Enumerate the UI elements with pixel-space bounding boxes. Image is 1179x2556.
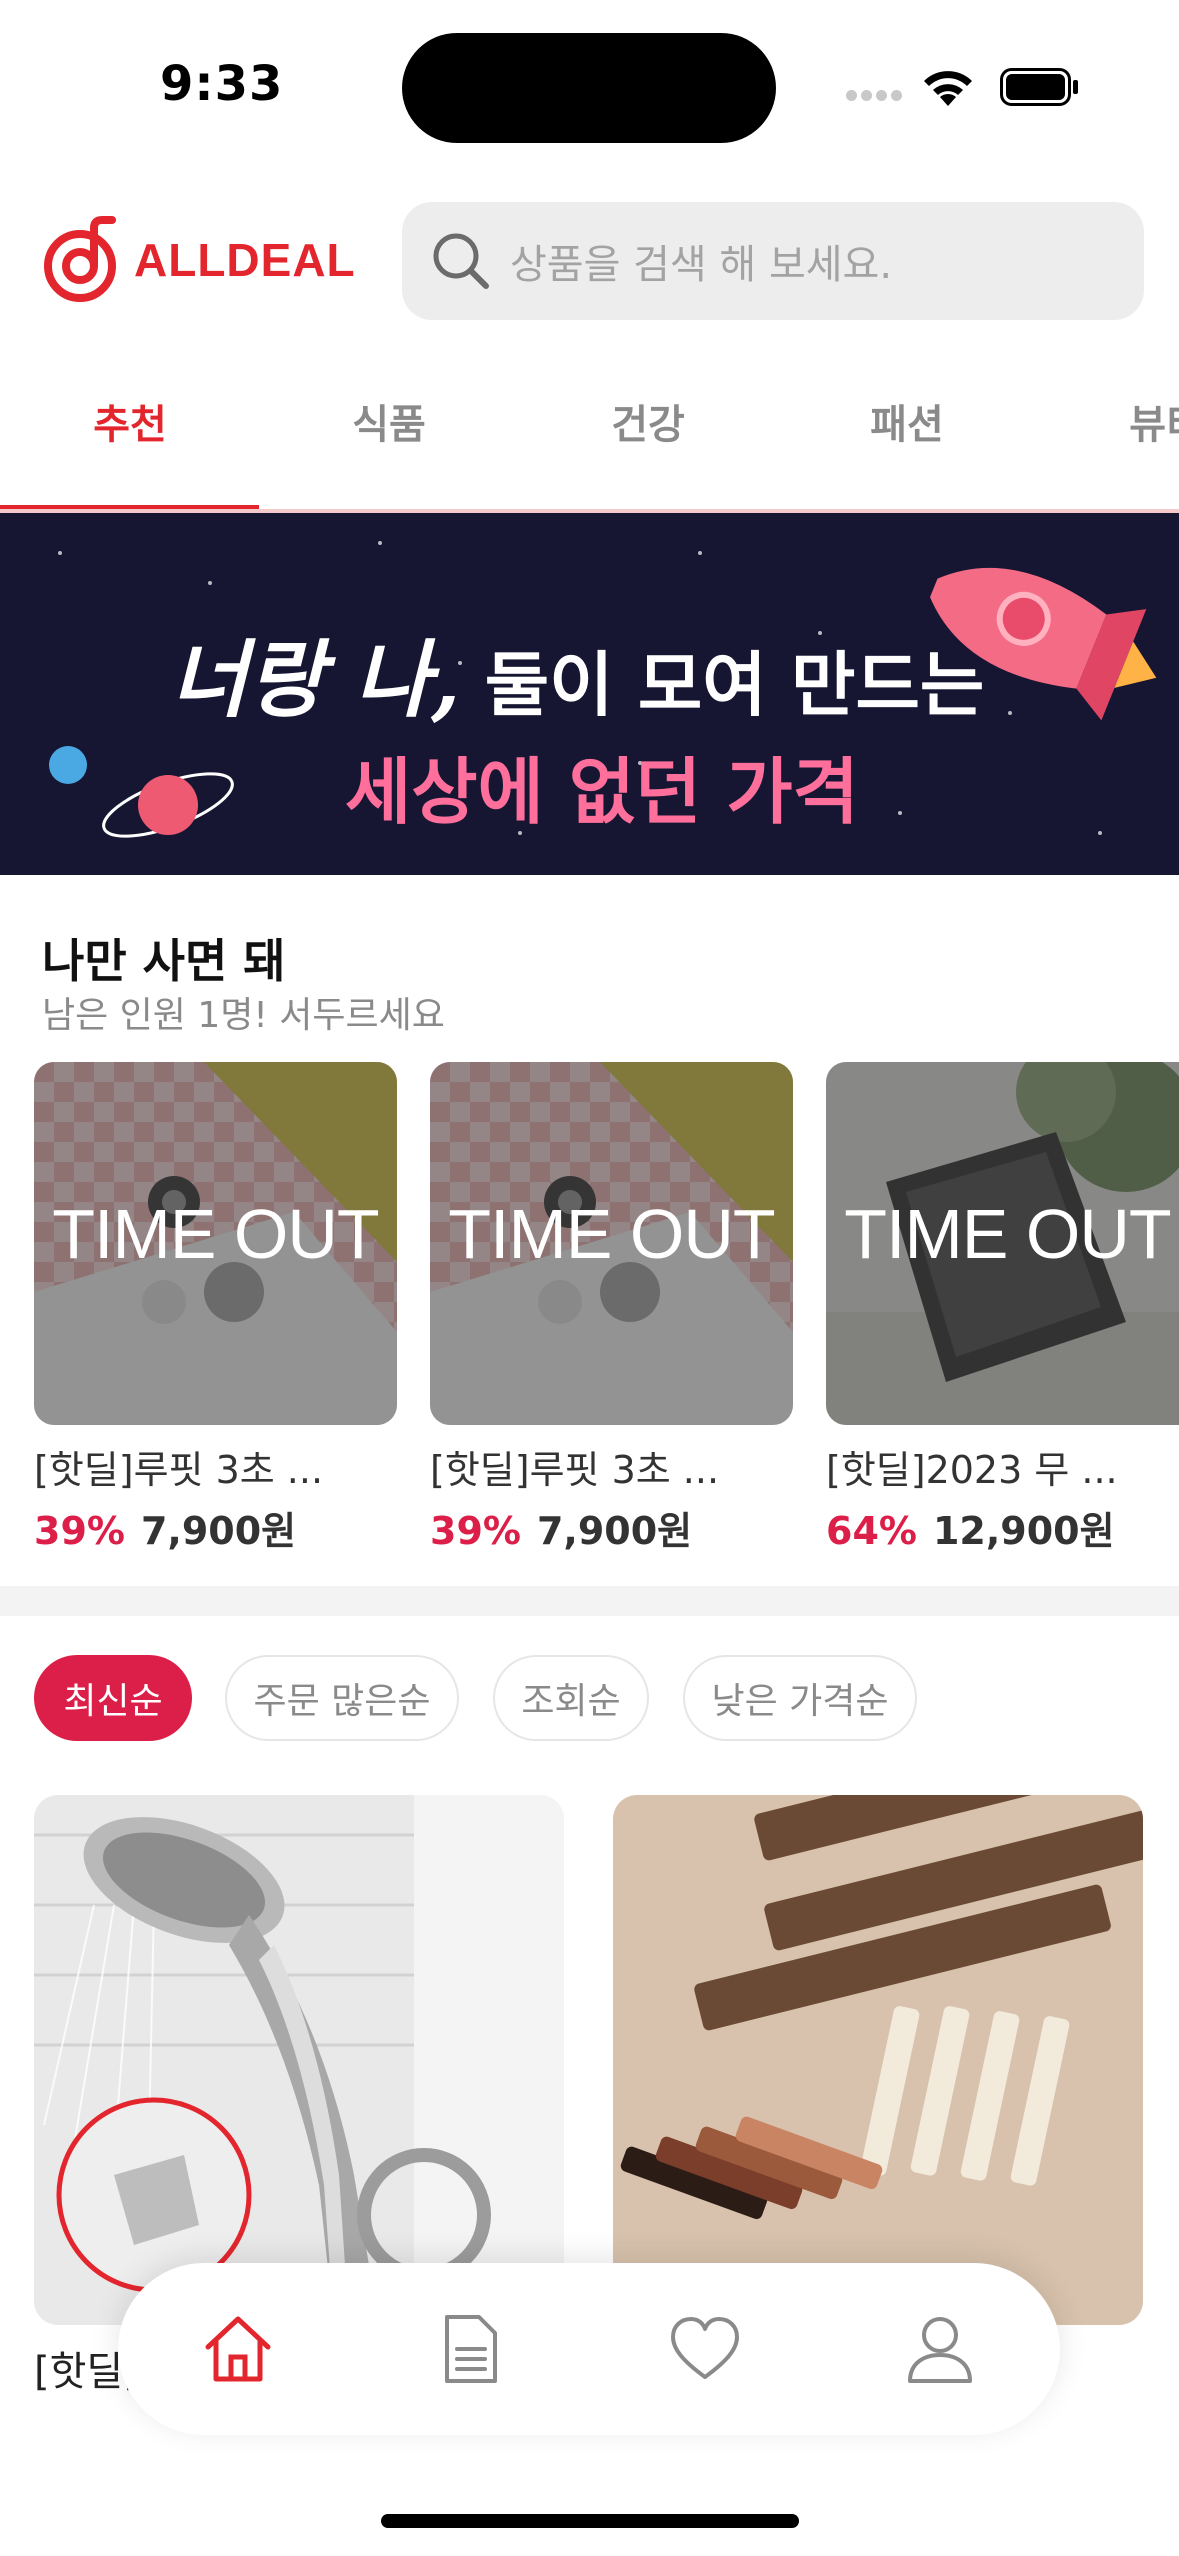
banner-headline-rest: 둘이 모여 만드는 — [484, 644, 985, 726]
section-title: 나만 사면 돼 — [42, 934, 286, 988]
status-bar: 9:33 — [0, 0, 1179, 170]
section-subtitle: 남은 인원 1명! 서두르세요 — [42, 995, 445, 1036]
tab-beauty[interactable]: 뷰티 — [1036, 392, 1179, 450]
deal-card[interactable]: TIME OUT [핫딜]루핏 3초 ... 39% 7,900원 — [430, 1062, 793, 1555]
document-icon — [445, 2315, 497, 2383]
deal-card[interactable]: TIME OUT [핫딜]2023 무 ... 64% 12,900원 — [826, 1062, 1179, 1555]
nav-orders[interactable] — [423, 2301, 519, 2397]
category-tabs: 추천 식품 건강 패션 뷰티 — [0, 350, 1179, 513]
search-placeholder: 상품을 검색 해 보세요. — [510, 242, 893, 288]
discount-rate: 64% — [826, 1509, 917, 1553]
deal-name: [핫딜]루핏 3초 ... — [34, 1448, 324, 1492]
deal-image: TIME OUT — [430, 1062, 793, 1425]
timeout-label: TIME OUT — [844, 1195, 1171, 1273]
timeout-label: TIME OUT — [448, 1195, 775, 1273]
search-bar[interactable]: 상품을 검색 해 보세요. — [402, 202, 1144, 320]
price: 12,900원 — [932, 1509, 1115, 1553]
deal-image: TIME OUT — [34, 1062, 397, 1425]
sort-chip-views[interactable]: 조회순 — [493, 1655, 649, 1741]
promo-banner[interactable]: 너랑 나, 둘이 모여 만드는 세상에 없던 가격 — [0, 513, 1179, 875]
deal-price-row: 39% 7,900원 — [34, 1500, 397, 1555]
header: ALLDEAL 상품을 검색 해 보세요. — [0, 190, 1179, 330]
home-icon — [205, 2316, 271, 2382]
tab-fashion[interactable]: 패션 — [777, 392, 1037, 450]
sort-chip-lowest-price[interactable]: 낮은 가격순 — [683, 1655, 917, 1741]
signal-icon — [846, 86, 906, 102]
product-image — [613, 1795, 1143, 2325]
discount-rate: 39% — [34, 1509, 125, 1553]
dynamic-island — [402, 33, 776, 143]
deal-name: [핫딜]루핏 3초 ... — [430, 1448, 720, 1492]
tab-food[interactable]: 식품 — [259, 392, 519, 450]
discount-rate: 39% — [430, 1509, 521, 1553]
heart-icon — [671, 2317, 739, 2379]
alldeal-logo[interactable]: ALLDEAL — [40, 210, 380, 310]
price: 7,900원 — [536, 1509, 693, 1553]
logo-mark-icon — [44, 216, 116, 302]
user-icon — [908, 2317, 972, 2383]
tab-recommend[interactable]: 추천 — [0, 392, 260, 450]
active-tab-indicator — [0, 505, 259, 509]
status-time: 9:33 — [160, 56, 284, 112]
sort-chip-newest[interactable]: 최신순 — [34, 1655, 192, 1741]
nav-wishlist[interactable] — [657, 2301, 753, 2397]
deal-price-row: 64% 12,900원 — [826, 1500, 1179, 1555]
deal-image: TIME OUT — [826, 1062, 1179, 1425]
battery-icon — [1000, 68, 1078, 106]
search-icon — [433, 233, 489, 289]
deal-card[interactable]: TIME OUT [핫딜]루핏 3초 ... 39% 7,900원 — [34, 1062, 397, 1555]
deal-price-row: 39% 7,900원 — [430, 1500, 793, 1555]
banner-headline-hand: 너랑 나, — [170, 630, 461, 729]
banner-headline: 너랑 나, 둘이 모여 만드는 — [170, 613, 984, 734]
home-indicator — [381, 2514, 799, 2528]
section-divider — [0, 1586, 1179, 1616]
nav-my-page[interactable] — [892, 2301, 988, 2397]
price: 7,900원 — [140, 1509, 297, 1553]
tab-health[interactable]: 건강 — [518, 392, 778, 450]
sort-chip-most-ordered[interactable]: 주문 많은순 — [225, 1655, 459, 1741]
deal-name: [핫딜]2023 무 ... — [826, 1448, 1118, 1492]
bottom-navigation — [118, 2263, 1060, 2435]
timeout-label: TIME OUT — [52, 1195, 379, 1273]
logo-text: ALLDEAL — [134, 234, 356, 286]
wifi-icon — [924, 71, 972, 106]
product-image — [34, 1795, 564, 2325]
banner-subheadline: 세상에 없던 가격 — [345, 750, 859, 834]
nav-home[interactable] — [190, 2301, 286, 2397]
